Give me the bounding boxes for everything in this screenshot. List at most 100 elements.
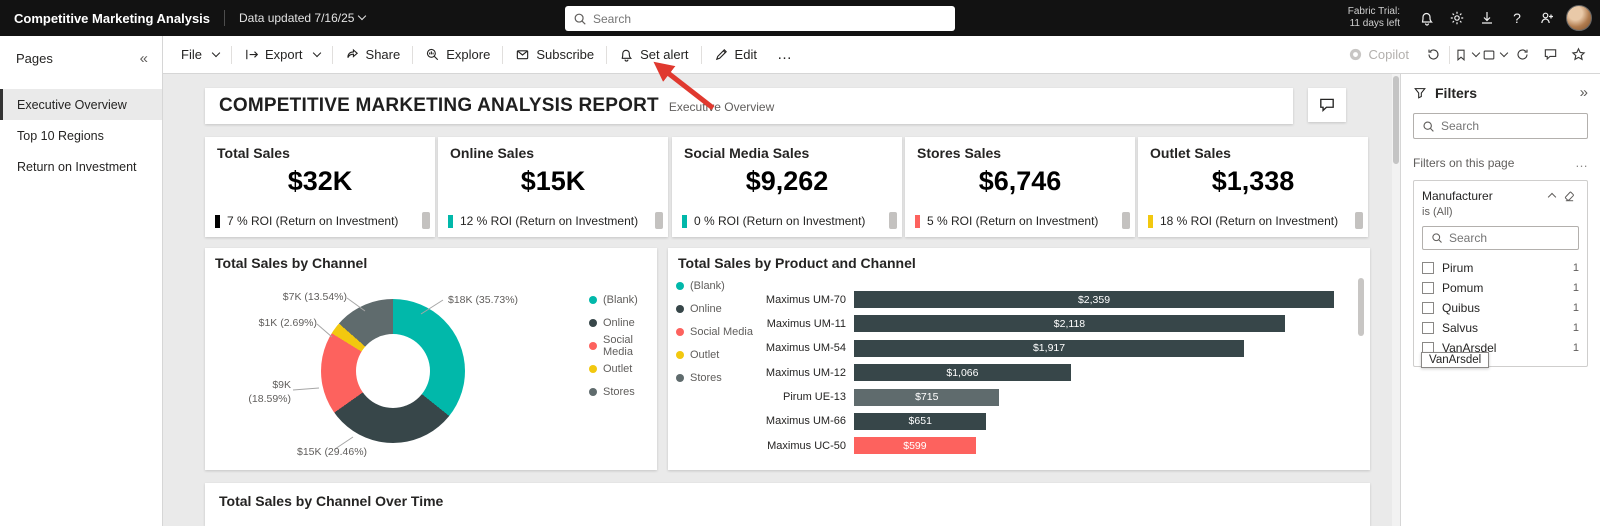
file-menu-button[interactable]: File <box>171 36 229 74</box>
bar[interactable]: $1,917 <box>854 339 1245 357</box>
legend-item[interactable]: Social Media <box>589 334 655 358</box>
kpi-card-total-sales[interactable]: Total Sales $32K 7 % ROI (Return on Inve… <box>205 137 435 237</box>
legend-label: Outlet <box>603 362 633 375</box>
legend-swatch <box>589 387 597 396</box>
chart-total-sales-over-time[interactable]: Total Sales by Channel Over Time <box>205 483 1370 526</box>
bar[interactable]: $2,359 <box>854 291 1334 308</box>
checkbox[interactable] <box>1422 282 1434 294</box>
kpi-card-outlet-sales[interactable]: Outlet Sales $1,338 18 % ROI (Return on … <box>1138 137 1368 237</box>
legend-item[interactable]: Online <box>589 311 655 334</box>
bar[interactable]: $1,066 <box>854 364 1071 382</box>
chart-total-sales-by-product-and-channel[interactable]: Total Sales by Product and Channel (Blan… <box>668 248 1370 470</box>
filter-card-search[interactable] <box>1422 226 1579 250</box>
canvas-scrollbar[interactable] <box>1392 74 1400 526</box>
checkbox[interactable] <box>1422 262 1434 274</box>
checkbox[interactable] <box>1422 302 1434 314</box>
bar-row[interactable]: Maximus UC-50 $599 <box>672 437 1342 455</box>
collapse-filter-card-icon[interactable] <box>1539 192 1559 202</box>
kpi-card-online-sales[interactable]: Online Sales $15K 12 % ROI (Return on In… <box>438 137 668 237</box>
share-user-icon[interactable] <box>1532 3 1562 33</box>
share-button[interactable]: Share <box>335 36 411 74</box>
filters-search[interactable] <box>1413 113 1588 139</box>
subscribe-button[interactable]: Subscribe <box>505 36 604 74</box>
filter-value-row[interactable]: Salvus 1 <box>1422 318 1579 338</box>
canvas-comment-button[interactable] <box>1308 88 1346 122</box>
collapse-filters-icon[interactable]: » <box>1580 84 1588 101</box>
kpi-scroll-thumb[interactable] <box>422 212 430 229</box>
edit-button[interactable]: Edit <box>704 36 767 74</box>
clear-filter-eraser-icon[interactable] <box>1559 190 1579 203</box>
kpi-scroll-thumb[interactable] <box>1355 212 1363 229</box>
donut-hole <box>356 334 430 408</box>
kpi-scroll-thumb[interactable] <box>655 212 663 229</box>
page-item-label: Return on Investment <box>17 159 137 174</box>
subscribe-label: Subscribe <box>536 47 595 62</box>
reset-history-icon[interactable] <box>1419 41 1447 69</box>
page-item-return-on-investment[interactable]: Return on Investment <box>0 151 162 182</box>
help-icon[interactable]: ? <box>1502 3 1532 33</box>
bar[interactable]: $2,118 <box>854 315 1285 333</box>
checkbox[interactable] <box>1422 322 1434 334</box>
bar-row[interactable]: Maximus UM-54 $1,917 <box>672 339 1342 357</box>
bar[interactable]: $651 <box>854 412 987 430</box>
page-item-executive-overview[interactable]: Executive Overview <box>0 89 162 120</box>
bar-row[interactable]: Pirum UE-13 $715 <box>672 388 1342 406</box>
trial-line-1: Fabric Trial: <box>1347 5 1400 17</box>
filters-title: Filters <box>1435 84 1478 101</box>
donut-chart[interactable] <box>321 299 465 443</box>
fabric-trial-label: Fabric Trial: 11 days left <box>1348 6 1400 31</box>
filters-more-button[interactable]: … <box>1575 155 1588 170</box>
app-title: Competitive Marketing Analysis <box>14 10 211 26</box>
settings-gear-icon[interactable] <box>1442 3 1472 33</box>
kpi-scroll-thumb[interactable] <box>889 212 897 229</box>
set-alert-button[interactable]: Set alert <box>609 36 698 74</box>
global-search[interactable] <box>565 6 955 31</box>
filters-search-input[interactable] <box>1441 119 1579 133</box>
toolbar-more-button[interactable]: … <box>767 46 802 63</box>
data-updated-button[interactable]: Data updated 7/16/25 <box>239 11 367 25</box>
filter-value-count: 1 <box>1572 322 1579 334</box>
bar-row[interactable]: Maximus UM-70 $2,359 <box>672 291 1342 308</box>
filter-funnel-icon <box>1414 87 1426 99</box>
kpi-value: $32K <box>287 166 353 196</box>
legend-item[interactable]: (Blank) <box>589 288 655 311</box>
favorite-star-icon[interactable] <box>1564 41 1592 69</box>
filter-value-row[interactable]: Quibus 1 <box>1422 298 1579 318</box>
bar[interactable]: $715 <box>854 388 1000 406</box>
bar-row[interactable]: Maximus UM-11 $2,118 <box>672 315 1342 333</box>
canvas-scrollbar-thumb[interactable] <box>1393 76 1399 164</box>
bar-row[interactable]: Maximus UM-66 $651 <box>672 412 1342 430</box>
legend-item[interactable]: Outlet <box>589 357 655 380</box>
bar-category: Maximus UM-12 <box>765 366 846 379</box>
filter-value-label: Pirum <box>1442 261 1474 275</box>
notifications-bell-icon[interactable] <box>1412 3 1442 33</box>
copilot-button[interactable]: Copilot <box>1338 47 1419 62</box>
kpi-scroll-thumb[interactable] <box>1122 212 1130 229</box>
kpi-roi-label: 7 % ROI (Return on Investment) <box>227 214 399 228</box>
explore-label: Explore <box>446 47 491 62</box>
filter-card-search-input[interactable] <box>1449 231 1570 245</box>
report-canvas: COMPETITIVE MARKETING ANALYSIS REPORT Ex… <box>163 74 1392 526</box>
legend-item[interactable]: Stores <box>589 380 655 403</box>
kpi-card-stores-sales[interactable]: Stores Sales $6,746 5 % ROI (Return on I… <box>905 137 1135 237</box>
export-menu-button[interactable]: Export <box>234 36 330 74</box>
filter-value-row[interactable]: Pirum 1 <box>1422 258 1579 278</box>
bar-value-label: $715 <box>915 391 939 404</box>
filter-value-row[interactable]: Pomum 1 <box>1422 278 1579 298</box>
comment-icon[interactable] <box>1536 41 1564 69</box>
bar-row[interactable]: Maximus UM-12 $1,066 <box>672 364 1342 382</box>
kpi-card-social-media-sales[interactable]: Social Media Sales $9,262 0 % ROI (Retur… <box>672 137 902 237</box>
explore-button[interactable]: Explore <box>415 36 500 74</box>
download-icon[interactable] <box>1472 3 1502 33</box>
chart-total-sales-by-channel[interactable]: Total Sales by Channel $18K (35.73%) $7K… <box>205 248 657 470</box>
bar[interactable]: $599 <box>854 437 976 455</box>
refresh-icon[interactable] <box>1508 41 1536 69</box>
bookmark-icon[interactable] <box>1452 41 1480 69</box>
user-avatar[interactable] <box>1566 5 1592 31</box>
view-mode-icon[interactable] <box>1480 41 1508 69</box>
chart-scrollbar[interactable] <box>1358 278 1364 336</box>
page-item-top-10-regions[interactable]: Top 10 Regions <box>0 120 162 151</box>
toolbar-divider <box>1449 45 1450 64</box>
collapse-pages-icon[interactable]: « <box>140 50 148 67</box>
global-search-input[interactable] <box>593 11 947 26</box>
